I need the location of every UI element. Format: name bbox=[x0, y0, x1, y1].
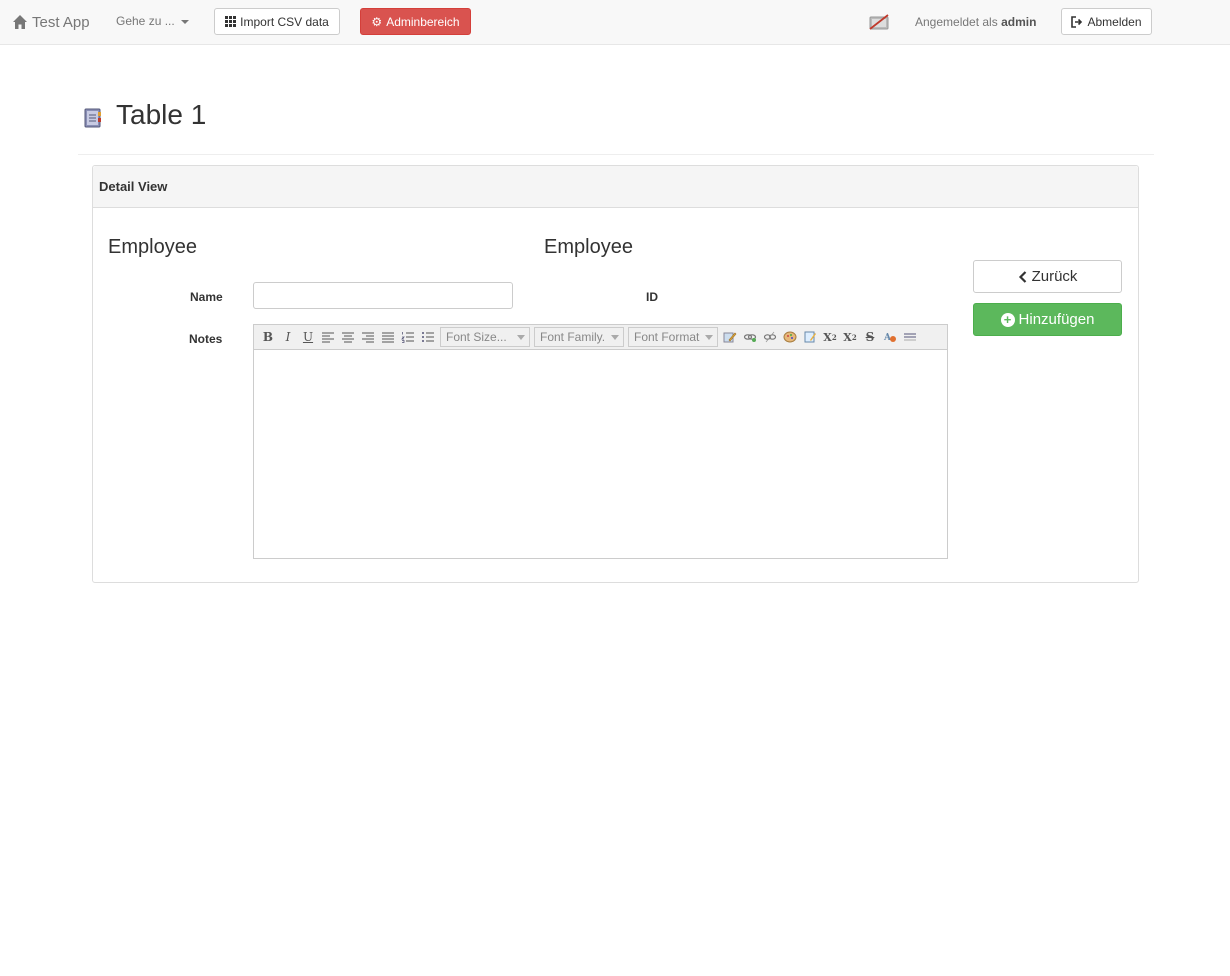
detail-panel: Detail View Employee Employee Name ID No… bbox=[92, 165, 1139, 583]
align-center-icon bbox=[342, 332, 354, 343]
align-left-icon bbox=[322, 332, 334, 343]
align-center-button[interactable] bbox=[338, 327, 358, 347]
page-title: Table 1 bbox=[116, 99, 207, 130]
font-size-placeholder: Font Size... bbox=[446, 330, 507, 344]
navbar: Test App Gehe zu ... Import CSV data ⚙ A… bbox=[0, 0, 1230, 45]
strikethrough-button[interactable]: S bbox=[860, 327, 880, 347]
underline-button[interactable]: U bbox=[298, 327, 318, 347]
insert-media-button[interactable] bbox=[800, 327, 820, 347]
brand-label: Test App bbox=[32, 13, 90, 31]
unordered-list-icon bbox=[422, 332, 434, 342]
logout-icon bbox=[1071, 15, 1083, 28]
name-label: Name bbox=[190, 290, 223, 304]
home-icon bbox=[13, 15, 27, 29]
offline-icon bbox=[869, 14, 889, 30]
gear-icon: ⚙ bbox=[371, 14, 383, 29]
goto-label: Gehe zu ... bbox=[116, 14, 175, 28]
align-left-button[interactable] bbox=[318, 327, 338, 347]
logout-label: Abmelden bbox=[1087, 14, 1142, 29]
font-family-select[interactable]: Font Family. bbox=[534, 327, 624, 347]
chevron-left-icon bbox=[1018, 270, 1026, 283]
pencil-icon bbox=[723, 332, 737, 343]
notes-label: Notes bbox=[189, 332, 223, 346]
editor-toolbar: B I U Font Size... Font Family. Font For… bbox=[254, 325, 947, 350]
font-family-placeholder: Font Family. bbox=[540, 330, 606, 344]
id-label: ID bbox=[646, 290, 658, 304]
import-csv-button[interactable]: Import CSV data bbox=[214, 8, 340, 35]
logged-in-status: Angemeldet als admin bbox=[915, 15, 1036, 29]
add-label: Hinzufügen bbox=[1018, 311, 1095, 328]
unordered-list-button[interactable] bbox=[418, 327, 438, 347]
horizontal-rule-icon bbox=[904, 333, 916, 341]
import-csv-label: Import CSV data bbox=[240, 14, 329, 29]
caret-down-icon bbox=[180, 20, 189, 24]
notes-editor-area[interactable] bbox=[254, 350, 947, 558]
section-title-left: Employee bbox=[108, 236, 197, 258]
add-button[interactable]: + Hinzufügen bbox=[973, 303, 1122, 336]
insert-link-button[interactable] bbox=[740, 327, 760, 347]
chevron-down-icon bbox=[517, 334, 525, 340]
admin-label: Adminbereich bbox=[386, 14, 460, 29]
name-input[interactable] bbox=[253, 282, 513, 309]
align-right-button[interactable] bbox=[358, 327, 378, 347]
align-justify-icon bbox=[382, 332, 394, 343]
back-label: Zurück bbox=[1031, 268, 1078, 285]
horizontal-rule-button[interactable] bbox=[900, 327, 920, 347]
unlink-icon bbox=[763, 331, 777, 343]
superscript-button[interactable]: X2 bbox=[840, 327, 860, 347]
font-size-select[interactable]: Font Size... bbox=[440, 327, 530, 347]
font-format-placeholder: Font Format bbox=[634, 330, 700, 344]
logout-button[interactable]: Abmelden bbox=[1061, 8, 1152, 35]
clear-formatting-button[interactable]: A bbox=[880, 327, 900, 347]
bold-button[interactable]: B bbox=[258, 327, 278, 347]
document-edit-icon bbox=[804, 331, 816, 343]
page-header: Table 1 bbox=[78, 88, 1154, 155]
font-format-select[interactable]: Font Format bbox=[628, 327, 718, 347]
chevron-down-icon bbox=[611, 334, 619, 340]
edit-html-button[interactable] bbox=[720, 327, 740, 347]
align-right-icon bbox=[362, 332, 374, 343]
logged-in-user: admin bbox=[1001, 15, 1037, 29]
image-icon bbox=[783, 331, 797, 343]
subscript-button[interactable]: X2 bbox=[820, 327, 840, 347]
plus-circle-icon: + bbox=[1000, 312, 1015, 327]
align-justify-button[interactable] bbox=[378, 327, 398, 347]
panel-heading: Detail View bbox=[93, 166, 1138, 208]
section-title-right: Employee bbox=[544, 236, 633, 258]
eraser-icon: A bbox=[883, 333, 896, 343]
italic-button[interactable]: I bbox=[278, 327, 298, 347]
ordered-list-icon bbox=[401, 332, 414, 343]
goto-dropdown[interactable]: Gehe zu ... bbox=[116, 14, 189, 28]
logged-in-prefix: Angemeldet als bbox=[915, 15, 998, 29]
table-book-icon bbox=[84, 108, 101, 128]
notes-editor: B I U Font Size... Font Family. Font For… bbox=[253, 324, 948, 559]
admin-button[interactable]: ⚙ Adminbereich bbox=[360, 8, 471, 35]
ordered-list-button[interactable] bbox=[398, 327, 418, 347]
brand-link[interactable]: Test App bbox=[12, 12, 90, 32]
chevron-down-icon bbox=[705, 334, 713, 340]
grid-icon bbox=[225, 16, 237, 27]
link-icon bbox=[743, 334, 757, 342]
back-button[interactable]: Zurück bbox=[973, 260, 1122, 293]
unlink-button[interactable] bbox=[760, 327, 780, 347]
insert-image-button[interactable] bbox=[780, 327, 800, 347]
